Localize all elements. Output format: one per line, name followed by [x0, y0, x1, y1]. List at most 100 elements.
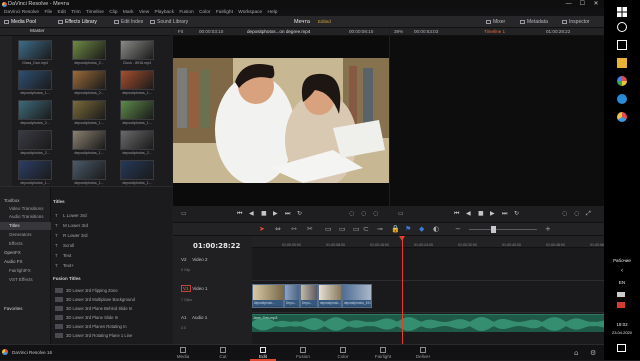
clock-date[interactable]: 23.04.2020 [604, 330, 640, 335]
close-button[interactable]: ✕ [590, 0, 602, 9]
media-clip[interactable]: depositphotos_1... [72, 160, 106, 189]
overwrite-clip-icon[interactable]: ▭ [339, 225, 346, 233]
toolbox-item-audiofx[interactable]: Audio FX [0, 258, 51, 266]
menu-timeline[interactable]: Timeline [86, 10, 104, 15]
record-viewer[interactable] [390, 36, 604, 206]
title-item[interactable]: T Scroll [55, 241, 170, 251]
replace-clip-icon[interactable]: ▭ [353, 225, 360, 233]
tab-color[interactable]: Color [330, 345, 356, 361]
toolbox-item-audio-transitions[interactable]: Audio Transitions [0, 213, 51, 221]
sound-library-button[interactable]: Sound Library [148, 18, 191, 26]
timeline-ruler[interactable]: 01:00:00:00 01:00:08:00 01:00:16:00 01:00:2… [252, 236, 609, 248]
tab-deliver[interactable]: Deliver [410, 345, 436, 361]
zoom-slider[interactable] [469, 229, 537, 230]
audio-clip[interactable]: Jane_Dan.mp3 [252, 314, 604, 332]
zoom-out-icon[interactable]: − [455, 225, 461, 233]
stop-icon[interactable]: ■ [261, 210, 267, 217]
zoom-in-icon[interactable]: + [545, 225, 551, 233]
track-header-v2[interactable]: V2 Video 2 0 Clip [181, 257, 252, 272]
media-clip[interactable]: depositphotos_2... [72, 70, 106, 99]
media-pool-button[interactable]: Media Pool [2, 18, 39, 26]
edit-index-button[interactable]: Edit Index [112, 18, 146, 26]
tab-cut[interactable]: Cut [210, 345, 236, 361]
record-mark-in-icon[interactable]: ◌ [562, 210, 567, 217]
selection-tool-icon[interactable]: ➤ [259, 225, 265, 233]
media-clip[interactable]: depositphotos_2... [18, 130, 52, 159]
track-header-a1[interactable]: A1 Audio 1 2.0 [181, 315, 252, 330]
record-mark-out-icon[interactable]: ◌ [574, 210, 579, 217]
media-clip[interactable]: depositphotos_1... [72, 130, 106, 159]
record-jump-start-icon[interactable]: ⏮ [454, 210, 459, 218]
playhead[interactable] [402, 236, 403, 344]
settings-icon[interactable]: ⚙ [590, 349, 596, 357]
task-view-icon[interactable] [617, 40, 627, 50]
toolbox-item-video-transitions[interactable]: Video Transitions [0, 205, 51, 213]
menu-mark[interactable]: Mark [123, 10, 134, 15]
dynamic-trim-icon[interactable]: ⇿ [291, 225, 297, 233]
insert-clip-icon[interactable]: ▭ [325, 225, 332, 233]
track-header-v1[interactable]: V1 Video 1 7 Clips [181, 285, 252, 302]
menu-playback[interactable]: Playback [155, 10, 174, 15]
media-clip[interactable]: depositphotos_1... [120, 70, 154, 99]
toolbox-item-openfx[interactable]: OpenFX [0, 249, 51, 257]
record-viewer-options-icon[interactable]: ▭ [398, 210, 404, 217]
bin-list[interactable] [0, 36, 12, 186]
chrome-icon[interactable] [617, 76, 627, 86]
menu-view[interactable]: View [139, 10, 149, 15]
maximize-button[interactable]: ☐ [576, 0, 588, 9]
mark-in-icon[interactable]: ◌ [349, 210, 354, 217]
desktop-toolbar-label[interactable]: Рабочие [604, 258, 640, 263]
jump-start-icon[interactable]: ⏮ [237, 210, 242, 218]
loop-icon[interactable]: ↻ [297, 210, 302, 217]
browser-icon[interactable] [617, 94, 627, 104]
media-clip[interactable]: Clock - 8916.mp4 [120, 40, 154, 69]
tab-media[interactable]: Media [170, 345, 196, 361]
title-item[interactable]: T L Lower 3rd [55, 211, 170, 221]
chevron-icon[interactable]: ‹ [604, 268, 640, 274]
metadata-button[interactable]: Metadata [518, 18, 551, 26]
play-reverse-icon[interactable]: ◀ [249, 210, 254, 217]
menu-edit[interactable]: Edit [58, 10, 66, 15]
menu-file[interactable]: File [44, 10, 52, 15]
clock-time[interactable]: 19:02 [604, 322, 640, 327]
source-clip-name[interactable]: depositphotos...on degree.mp4 [247, 28, 310, 36]
position-lock-icon[interactable]: 🔒 [391, 225, 400, 233]
record-loop-icon[interactable]: ↻ [514, 210, 519, 217]
search-icon[interactable] [617, 22, 627, 32]
zoom-slider-thumb[interactable] [491, 226, 496, 233]
marker-icon[interactable]: ◆ [419, 225, 424, 233]
file-explorer-icon[interactable] [617, 58, 627, 68]
language-indicator[interactable]: EN [604, 280, 640, 285]
flag-icon[interactable]: ⚑ [405, 225, 411, 233]
play-icon[interactable]: ▶ [273, 210, 278, 217]
fusion-title-item[interactable]: 3D Lower 3rd Flipping Zone [55, 287, 170, 295]
source-viewer[interactable] [173, 36, 389, 206]
toolbox-item-toolbox[interactable]: Toolbox [0, 197, 51, 205]
video-clip[interactable]: depositphoto... [252, 284, 284, 308]
mark-out-icon[interactable]: ◌ [361, 210, 366, 217]
media-clip[interactable]: depositphotos_1... [120, 100, 154, 129]
inspector-button[interactable]: Inspector [560, 18, 593, 26]
menu-color[interactable]: Color [199, 10, 210, 15]
resolve-taskbar-icon[interactable] [617, 112, 627, 122]
battery-icon[interactable] [617, 292, 625, 297]
video-clip[interactable]: Depo... [300, 284, 318, 308]
menu-workspace[interactable]: Workspace [238, 10, 262, 15]
tab-fusion[interactable]: Fusion [290, 345, 316, 361]
fusion-title-item[interactable]: 3D Lower 3rd Plane Behind Slide In [55, 305, 170, 313]
media-clip[interactable]: depositphotos_1... [72, 100, 106, 129]
media-clip[interactable]: depositphotos_2... [72, 40, 106, 69]
menu-clip[interactable]: Clip [109, 10, 117, 15]
favorites-header[interactable]: Favorites [0, 305, 51, 313]
home-icon[interactable]: ⌂ [574, 349, 578, 357]
toolbox-item-effects[interactable]: Effects [0, 240, 51, 248]
fusion-title-item[interactable]: 3D Lower 3rd Plane Slide In [55, 314, 170, 322]
windows-start-icon[interactable] [617, 4, 627, 17]
snapping-icon[interactable]: ⊂ [363, 225, 369, 233]
blade-tool-icon[interactable]: ✂ [307, 225, 313, 233]
media-clip[interactable]: depositphotos_1... [18, 70, 52, 99]
title-item[interactable]: T R Lower 3rd [55, 231, 170, 241]
media-clip[interactable]: depositphotos_1... [18, 160, 52, 189]
fusion-title-item[interactable]: 3D Lower 3rd Planes Rotating In [55, 323, 170, 331]
playhead-handle[interactable] [399, 236, 405, 241]
